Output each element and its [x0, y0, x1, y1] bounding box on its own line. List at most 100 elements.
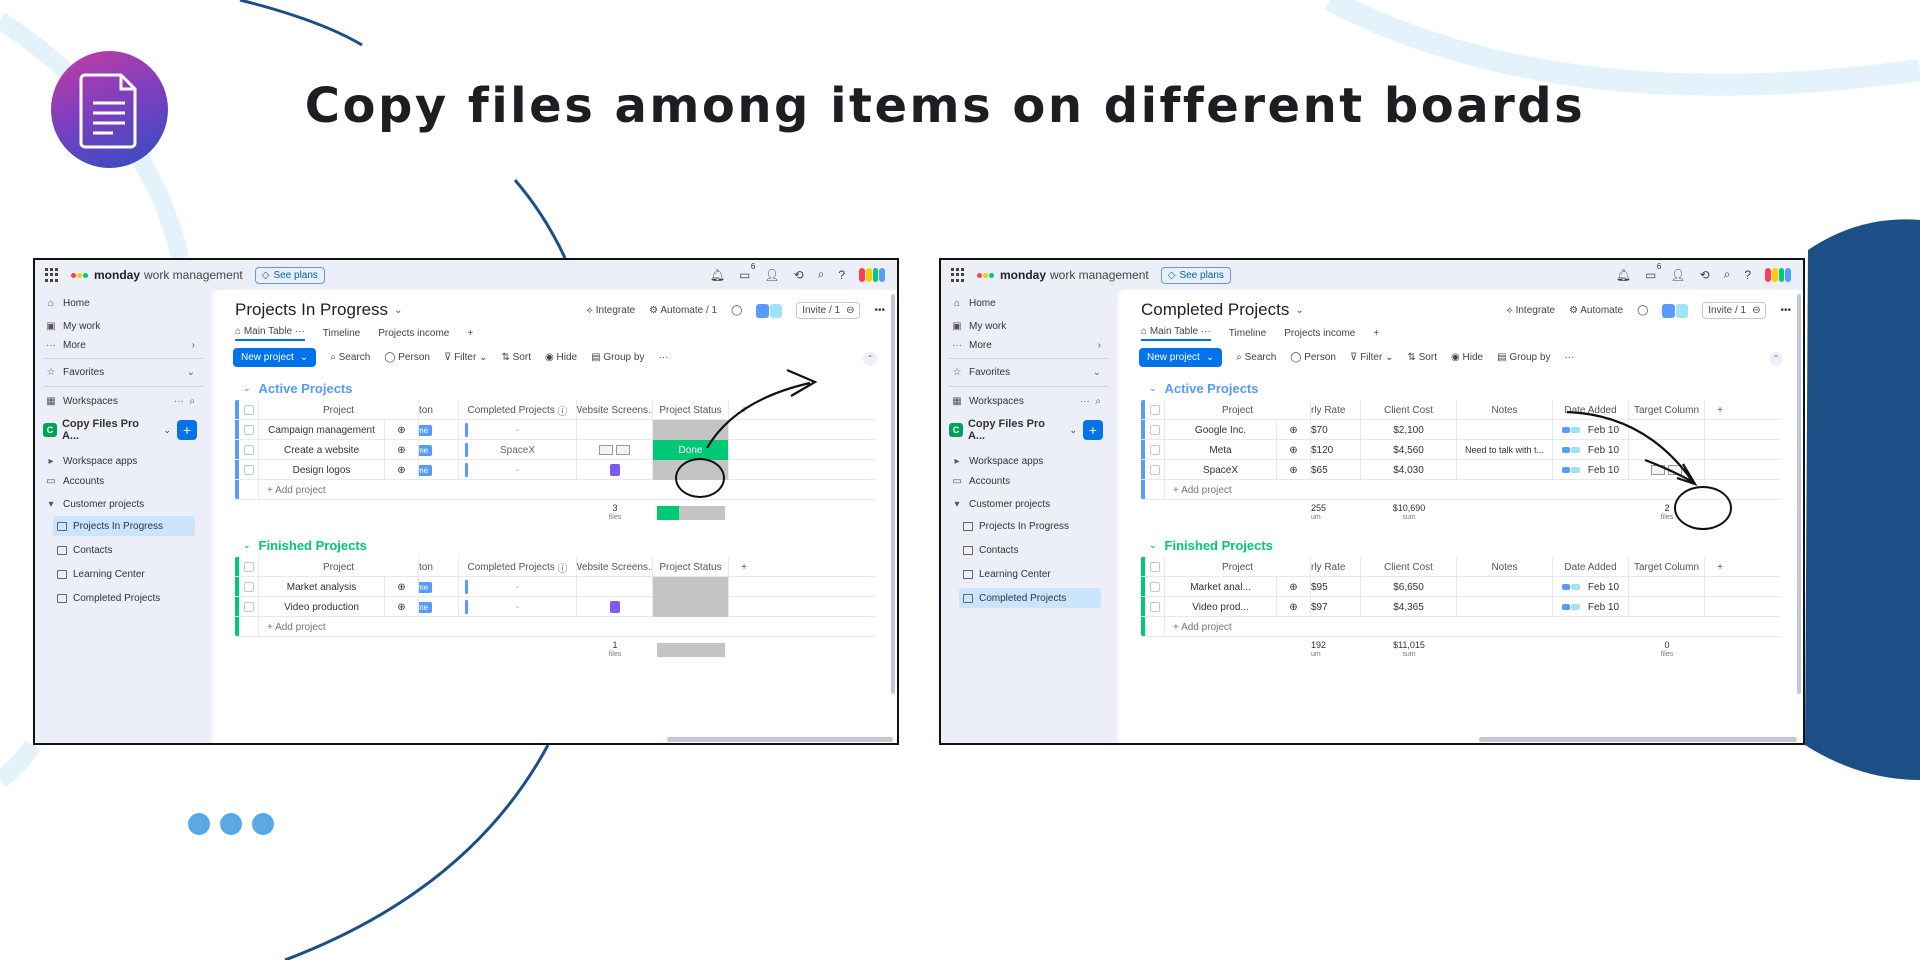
file-thumbnail[interactable] [1651, 465, 1665, 475]
sidebar-board-contacts[interactable]: Contacts [959, 540, 1101, 560]
person-chip[interactable]: me [419, 424, 433, 436]
date-cell[interactable]: Feb 10 [1553, 420, 1629, 440]
person-chip[interactable]: me [419, 601, 433, 613]
file-thumbnail[interactable] [1668, 465, 1682, 475]
files-cell[interactable] [577, 440, 653, 460]
sidebar-folder-customer-projects[interactable]: ▾ Customer projects [951, 495, 1101, 513]
project-name[interactable]: Create a website [259, 440, 385, 460]
files-cell[interactable] [577, 577, 653, 597]
sidebar-board-completed-projects[interactable]: Completed Projects [959, 588, 1101, 608]
file-icon[interactable] [609, 601, 620, 613]
column-header-notes[interactable]: Notes [1457, 557, 1553, 577]
horizontal-scrollbar[interactable] [667, 737, 893, 742]
date-cell[interactable]: Feb 10 [1553, 577, 1629, 597]
files-cell[interactable] [577, 460, 653, 480]
status-cell[interactable] [653, 420, 729, 440]
group-title-active[interactable]: ⌄ Active Projects [1149, 381, 1258, 396]
hourly-rate-value[interactable]: $97 [1311, 597, 1361, 617]
column-header-notes[interactable]: Notes [1457, 400, 1553, 420]
row-checkbox[interactable] [243, 582, 254, 592]
table-row[interactable]: Video prod... ⊕ $97 $4,365 Feb 10 [1141, 597, 1781, 617]
row-checkbox[interactable] [243, 425, 254, 435]
hourly-rate-value[interactable]: $120 [1311, 440, 1361, 460]
project-name[interactable]: Market anal... [1165, 577, 1277, 597]
workspace-selector[interactable]: C Copy Files Pro A... ⌄ [949, 418, 1077, 442]
group-title-finished[interactable]: ⌄ Finished Projects [243, 538, 367, 553]
bell-icon[interactable]: 🔔︎ [710, 268, 725, 282]
add-view-button[interactable]: + [1373, 328, 1379, 339]
invite-button[interactable]: Invite / 1 ⊖ [1702, 302, 1767, 319]
add-update-icon[interactable]: ⊕ [385, 577, 419, 597]
project-name[interactable]: Google Inc. [1165, 420, 1277, 440]
column-header-person[interactable]: ton [419, 400, 459, 420]
status-cell[interactable] [653, 597, 729, 617]
link-icon[interactable]: ⊖ [846, 305, 854, 316]
add-update-icon[interactable]: ⊕ [1277, 577, 1311, 597]
add-update-icon[interactable]: ⊕ [1277, 460, 1311, 480]
project-name[interactable]: SpaceX [1165, 460, 1277, 480]
select-all-checkbox[interactable] [1149, 562, 1160, 572]
tab-main-table[interactable]: ⌂ Main Table ··· [1141, 326, 1211, 341]
see-plans-button[interactable]: ◇ See plans [254, 266, 325, 284]
client-cost-value[interactable]: $2,100 [1361, 420, 1457, 440]
connected-board-value[interactable]: - [516, 602, 519, 613]
add-item-row[interactable]: + Add project [235, 480, 875, 500]
client-cost-value[interactable]: $4,365 [1361, 597, 1457, 617]
invite-icon[interactable]: 👤︎ [1670, 268, 1685, 282]
table-row[interactable]: Google Inc. ⊕ $70 $2,100 Feb 10 [1141, 420, 1781, 440]
column-header-project-status[interactable]: Project Status [653, 557, 729, 577]
search-button[interactable]: ⌕ Search [1236, 352, 1276, 363]
workspace-selector[interactable]: C Copy Files Pro A... ⌄ [43, 418, 171, 442]
link-icon[interactable]: ⊖ [1752, 305, 1760, 316]
more-toolbar-icon[interactable]: ··· [658, 352, 668, 363]
column-header-date-added[interactable]: Date Added [1553, 557, 1629, 577]
date-cell[interactable]: Feb 10 [1553, 460, 1629, 480]
apps-grid-icon[interactable] [951, 268, 965, 282]
automate-button[interactable]: ⚙︎ Automate / 1 [649, 305, 717, 316]
add-project-link[interactable]: + Add project [267, 622, 326, 633]
column-header-project-status[interactable]: Project Status [653, 400, 729, 420]
column-header-person[interactable]: ton [419, 557, 459, 577]
client-cost-value[interactable]: $4,030 [1361, 460, 1457, 480]
files-cell[interactable] [577, 420, 653, 440]
group-title-active[interactable]: ⌄ Active Projects [243, 381, 352, 396]
target-files-cell[interactable] [1629, 440, 1705, 460]
column-header-target-column[interactable]: Target Column [1629, 400, 1705, 420]
hide-button[interactable]: ◉ Hide [1451, 352, 1483, 363]
person-filter-button[interactable]: ◯ Person [1290, 352, 1336, 363]
more-options-icon[interactable]: ••• [1780, 305, 1791, 316]
column-header-client-cost[interactable]: Client Cost [1361, 557, 1457, 577]
column-header-project[interactable]: Project [259, 400, 419, 420]
add-board-button[interactable]: + [1083, 420, 1103, 440]
table-row[interactable]: Campaign management ⊕ me - [235, 420, 875, 440]
row-checkbox[interactable] [1149, 425, 1160, 435]
sidebar-board-learning-center[interactable]: Learning Center [53, 564, 195, 584]
add-project-link[interactable]: + Add project [267, 485, 326, 496]
project-name[interactable]: Video production [259, 597, 385, 617]
person-chip[interactable]: me [419, 444, 433, 456]
search-icon[interactable]: ⌕ [1724, 267, 1731, 282]
column-header-project[interactable]: Project [1165, 400, 1311, 420]
target-files-cell[interactable] [1629, 577, 1705, 597]
add-column-button[interactable]: + [729, 400, 759, 420]
sidebar-item-workspaces[interactable]: ▦ Workspaces ··· ⌕ [45, 392, 195, 410]
project-name[interactable]: Meta [1165, 440, 1277, 460]
notes-value[interactable] [1457, 597, 1553, 617]
tab-timeline[interactable]: Timeline [323, 328, 360, 339]
sidebar-board-projects-in-progress[interactable]: Projects In Progress [959, 516, 1101, 536]
column-header-website-screens[interactable]: Website Screens... [577, 400, 653, 420]
workspace-options-icon[interactable]: ··· ⌕ [174, 396, 195, 407]
select-all-checkbox[interactable] [1149, 405, 1160, 415]
sidebar-item-workspace-apps[interactable]: ▸ Workspace apps [951, 452, 1101, 470]
client-cost-value[interactable]: $4,560 [1361, 440, 1457, 460]
notes-value[interactable] [1457, 460, 1553, 480]
file-icon[interactable] [609, 464, 620, 476]
sidebar-item-more[interactable]: ··· More › [951, 336, 1101, 354]
add-column-button[interactable]: + [729, 557, 759, 577]
status-cell[interactable]: Done [653, 440, 729, 460]
tab-main-table[interactable]: ⌂ Main Table ··· [235, 326, 305, 341]
filter-button[interactable]: ⊽ Filter ⌄ [1350, 352, 1394, 363]
date-cell[interactable]: Feb 10 [1553, 440, 1629, 460]
sidebar-item-favorites[interactable]: ☆ Favorites ⌄ [951, 363, 1101, 381]
add-update-icon[interactable]: ⊕ [385, 597, 419, 617]
